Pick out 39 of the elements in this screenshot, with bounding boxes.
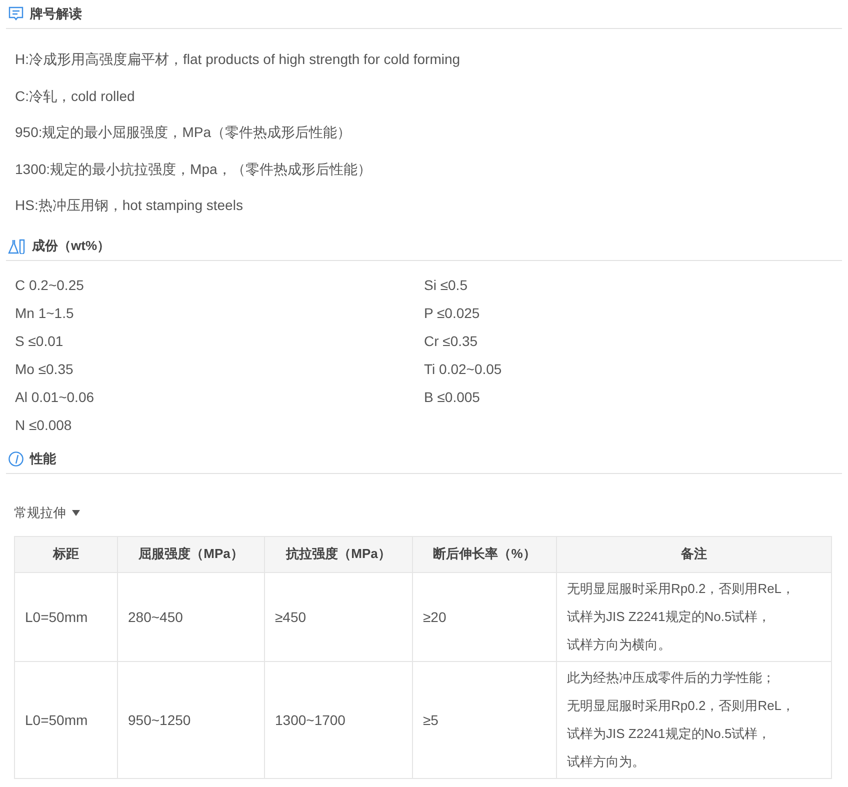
test-type-dropdown[interactable]: 常规拉伸: [14, 504, 80, 522]
remarks-cell: 无明显屈服时采用Rp0.2，否则用ReL， 试样为JIS Z2241规定的No.5试样， 试样方向为横向。: [556, 572, 832, 661]
element-content: S ≤0.01: [15, 332, 64, 350]
column-header: 断后伸长率（%）: [412, 536, 556, 572]
table-cell: 280~450: [118, 572, 264, 661]
table-cell: ≥450: [264, 572, 412, 661]
table-cell: ≥20: [412, 572, 556, 661]
element-content: P ≤0.025: [424, 304, 481, 322]
code-meaning-text: HS:热冲压用钢，hot stamping steels: [15, 196, 244, 215]
column-header: 标距: [14, 536, 118, 572]
code-meaning-text: 1300:规定的最小抗拉强度，Mpa，（零件热成形后性能）: [15, 160, 372, 179]
column-header: 抗拉强度（MPa）: [264, 536, 412, 572]
message-icon: [8, 6, 24, 22]
element-content: C 0.2~0.25: [15, 276, 85, 294]
table-cell: L0=50mm: [14, 572, 118, 661]
column-header: 屈服强度（MPa）: [118, 536, 264, 572]
section-title: 牌号解读: [30, 5, 82, 23]
code-meaning-text: C:冷轧，cold rolled: [15, 86, 136, 106]
flask-icon: [8, 238, 26, 254]
table-cell: 950~1250: [118, 661, 264, 778]
element-content: Mn 1~1.5: [15, 304, 75, 322]
element-content: B ≤0.005: [424, 388, 481, 406]
code-meaning-text: 950:规定的最小屈服强度，MPa（零件热成形后性能）: [15, 123, 352, 142]
table-cell: 1300~1700: [264, 661, 412, 778]
element-content: Al 0.01~0.06: [15, 388, 96, 406]
column-header: 备注: [556, 536, 832, 572]
element-content: Ti 0.02~0.05: [424, 360, 503, 378]
remarks-cell: 此为经热冲压成零件后的力学性能； 无明显屈服时采用Rp0.2，否则用ReL， 试样为JIS Z2241规定的No.5试样， 试样方向为。: [556, 661, 832, 778]
section-title: 性能: [30, 450, 56, 468]
code-meaning-text: H:冷成形用高强度扁平材，flat products of high strength for cold forming: [15, 50, 462, 69]
element-content: N ≤0.008: [15, 416, 73, 434]
section-title: 成份（wt%）: [32, 236, 110, 254]
element-content: Mo ≤0.35: [15, 360, 74, 378]
table-cell: ≥5: [412, 661, 556, 778]
element-content: Si ≤0.5: [424, 276, 468, 294]
gauge-icon: [8, 450, 24, 466]
table-cell: L0=50mm: [14, 661, 118, 778]
element-content: Cr ≤0.35: [424, 332, 479, 350]
caret-icon: [72, 510, 80, 516]
